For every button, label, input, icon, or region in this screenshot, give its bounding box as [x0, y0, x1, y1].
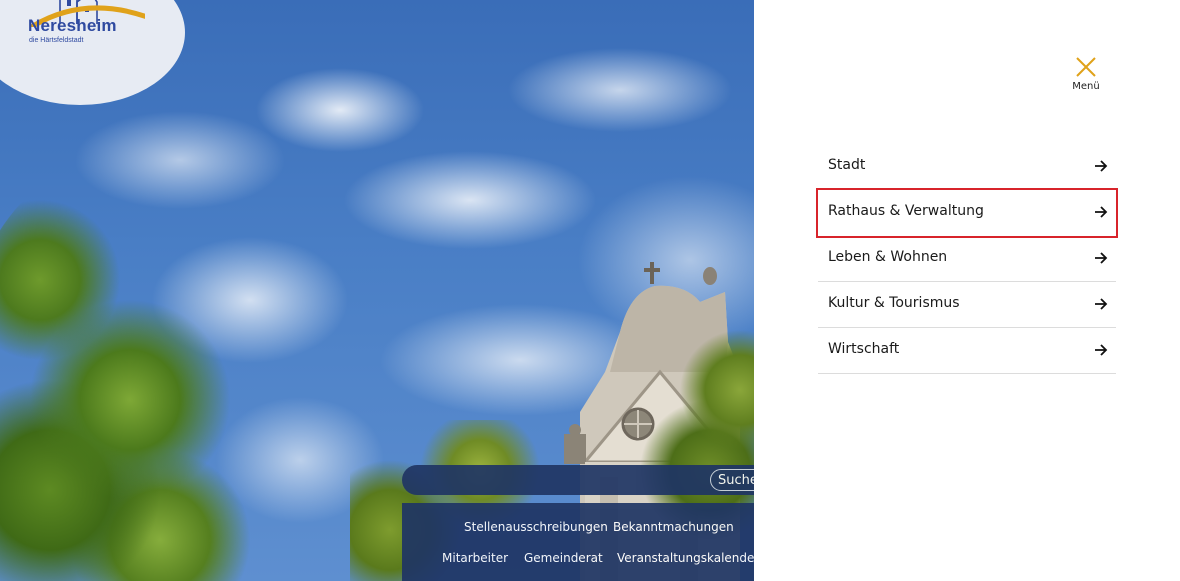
tree-foliage-left: [0, 160, 260, 581]
arrow-right-icon: [1095, 206, 1108, 218]
nav-item-wirtschaft[interactable]: Wirtschaft: [818, 328, 1116, 374]
quick-link-bekanntmachungen[interactable]: Bekanntmachungen: [613, 520, 734, 534]
logo-subtitle: die Härtsfeldstadt: [29, 37, 84, 44]
nav-item-label: Wirtschaft: [828, 341, 900, 357]
nav-item-leben-wohnen[interactable]: Leben & Wohnen: [818, 236, 1116, 282]
nav-item-stadt[interactable]: Stadt: [818, 144, 1116, 190]
nav-item-kultur-tourismus[interactable]: Kultur & Tourismus: [818, 282, 1116, 328]
arrow-right-icon: [1095, 344, 1108, 356]
quick-link-mitarbeiter[interactable]: Mitarbeiter: [442, 551, 508, 565]
arrow-right-icon: [1095, 160, 1108, 172]
menu-label: Menü: [1072, 81, 1100, 92]
nav-item-label: Rathaus & Verwaltung: [828, 203, 984, 219]
quick-link-veranstaltungskalender[interactable]: Veranstaltungskalender: [617, 551, 759, 565]
search-bar: Suche: [402, 465, 770, 495]
quick-link-gemeinderat[interactable]: Gemeinderat: [524, 551, 603, 565]
quick-links-panel: Stellenausschreibungen Bekanntmachungen …: [402, 503, 759, 581]
quick-link-stellenausschreibungen[interactable]: Stellenausschreibungen: [464, 520, 608, 534]
arrow-right-icon: [1095, 252, 1108, 264]
menu-close-button[interactable]: Menü: [1068, 56, 1104, 98]
arrow-right-icon: [1095, 298, 1108, 310]
close-icon: [1076, 57, 1096, 77]
main-navigation: Stadt Rathaus & Verwaltung Leben & Wohne…: [818, 144, 1116, 374]
logo-name: Neresheim: [28, 16, 117, 35]
nav-item-label: Kultur & Tourismus: [828, 295, 960, 311]
nav-item-rathaus-verwaltung[interactable]: Rathaus & Verwaltung: [818, 190, 1116, 236]
nav-item-label: Leben & Wohnen: [828, 249, 948, 265]
search-input[interactable]: [414, 469, 708, 493]
nav-item-label: Stadt: [828, 157, 866, 173]
